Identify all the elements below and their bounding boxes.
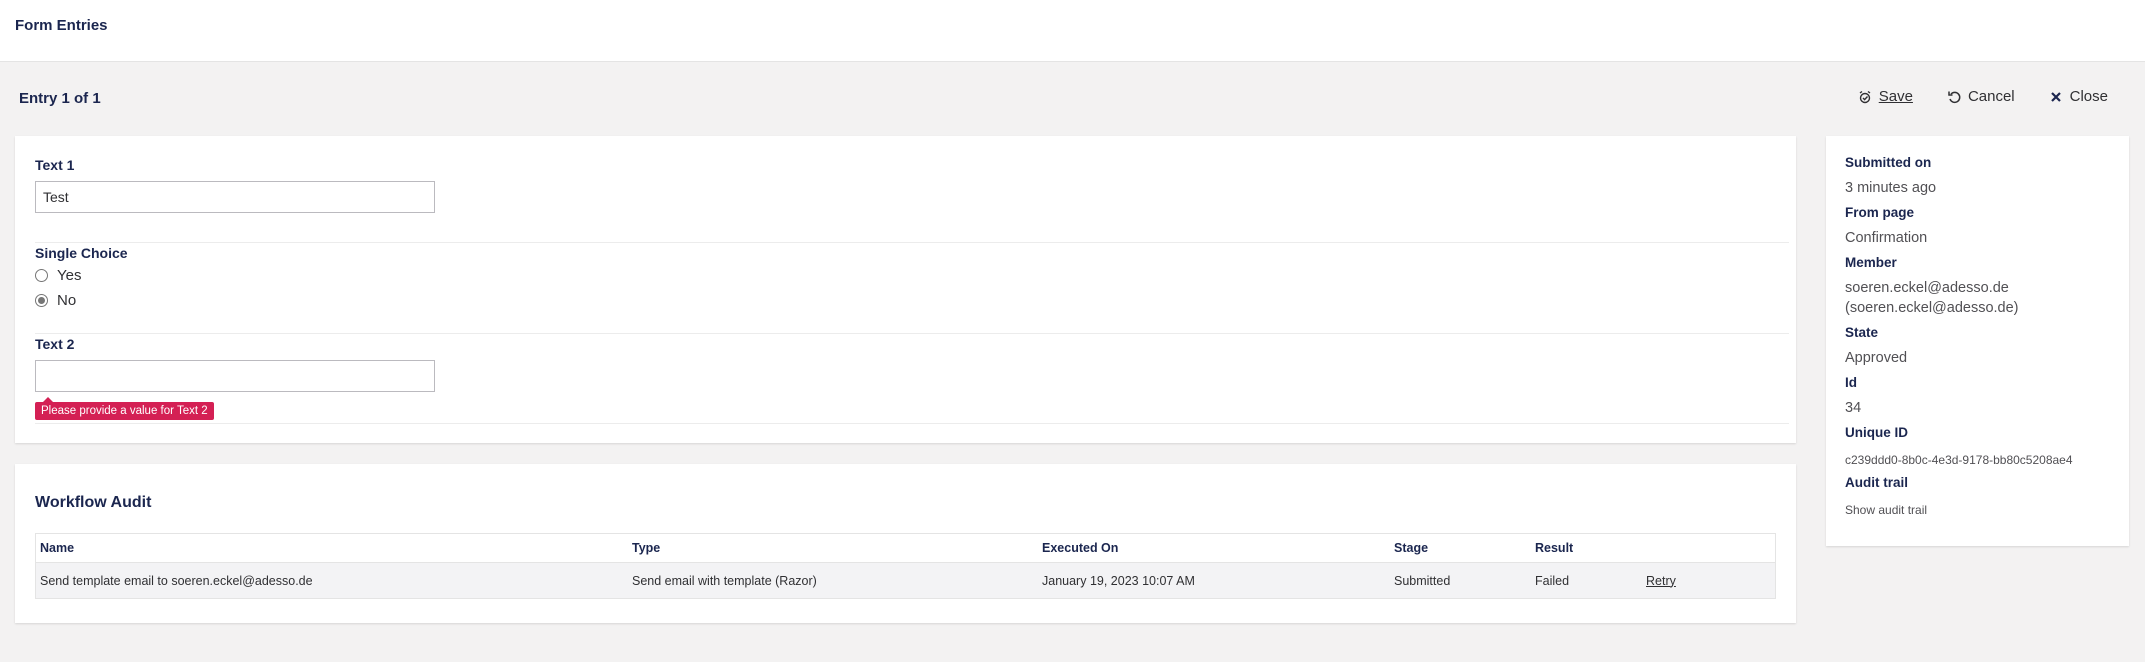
page-title: Form Entries bbox=[15, 17, 108, 34]
entry-heading: Entry 1 of 1 bbox=[19, 90, 101, 107]
column-header-executed-on: Executed On bbox=[1042, 541, 1119, 555]
member-label: Member bbox=[1845, 255, 1897, 270]
undo-icon bbox=[1948, 91, 1961, 103]
radio-option-yes[interactable]: Yes bbox=[35, 267, 81, 284]
text2-label: Text 2 bbox=[35, 336, 75, 352]
audit-cell-name: Send template email to soeren.eckel@ades… bbox=[40, 573, 313, 588]
close-label: Close bbox=[2069, 88, 2108, 105]
submitted-on-value: 3 minutes ago bbox=[1845, 180, 1937, 196]
workflow-audit-card: Workflow Audit Name Type Executed On Sta… bbox=[15, 464, 1796, 623]
save-button[interactable]: Save bbox=[1858, 88, 1913, 105]
entry-actions: Save Cancel Close bbox=[1858, 88, 2108, 105]
column-header-type: Type bbox=[632, 541, 661, 555]
show-audit-trail-link[interactable]: Show audit trail bbox=[1845, 503, 1927, 517]
radio-option-no[interactable]: No bbox=[35, 292, 76, 309]
unique-id-label: Unique ID bbox=[1845, 425, 1908, 440]
text1-input[interactable] bbox=[35, 181, 435, 213]
top-bar: Form Entries bbox=[0, 0, 2145, 62]
table-header-row: Name Type Executed On Stage Result bbox=[36, 534, 1775, 562]
radio-yes-label: Yes bbox=[57, 267, 82, 284]
close-icon bbox=[2050, 91, 2061, 102]
member-value-line2: (soeren.eckel@adesso.de) bbox=[1845, 300, 2019, 316]
audit-cell-type: Send email with template (Razor) bbox=[632, 573, 817, 588]
save-label: Save bbox=[1878, 88, 1913, 105]
id-label: Id bbox=[1845, 375, 1857, 390]
divider bbox=[35, 333, 1789, 334]
column-header-stage: Stage bbox=[1394, 541, 1429, 555]
submitted-on-label: Submitted on bbox=[1845, 155, 1932, 170]
text2-input[interactable] bbox=[35, 360, 435, 392]
workflow-audit-title: Workflow Audit bbox=[35, 494, 152, 511]
audit-cell-stage: Submitted bbox=[1394, 573, 1451, 588]
validation-error: Please provide a value for Text 2 bbox=[35, 397, 214, 420]
audit-cell-executed-on: January 19, 2023 10:07 AM bbox=[1042, 573, 1195, 588]
column-header-result: Result bbox=[1535, 541, 1574, 555]
text1-label: Text 1 bbox=[35, 157, 75, 173]
from-page-value: Confirmation bbox=[1845, 230, 1928, 246]
retry-link[interactable]: Retry bbox=[1646, 563, 1676, 598]
radio-yes[interactable] bbox=[35, 269, 48, 282]
unique-id-value: c239ddd0-8b0c-4e3d-9178-bb80c5208ae4 bbox=[1845, 453, 2073, 467]
from-page-label: From page bbox=[1845, 205, 1915, 220]
audit-trail-label: Audit trail bbox=[1845, 475, 1908, 490]
single-choice-label: Single Choice bbox=[35, 245, 128, 261]
close-button[interactable]: Close bbox=[2049, 88, 2108, 105]
state-value: Approved bbox=[1845, 350, 1908, 366]
save-icon bbox=[1859, 90, 1871, 103]
entry-info-panel: Submitted on 3 minutes ago From page Con… bbox=[1826, 136, 2129, 546]
cancel-button[interactable]: Cancel bbox=[1947, 88, 2015, 105]
form-fields-card: Text 1 Single Choice Yes No Text 2 Pleas… bbox=[15, 136, 1796, 443]
audit-cell-result: Failed bbox=[1535, 573, 1570, 588]
workflow-audit-table: Name Type Executed On Stage Result Send … bbox=[35, 533, 1776, 599]
column-header-name: Name bbox=[40, 541, 75, 555]
divider bbox=[35, 242, 1789, 243]
radio-no[interactable] bbox=[35, 294, 48, 307]
member-value-line1: soeren.eckel@adesso.de bbox=[1845, 280, 2009, 296]
divider bbox=[35, 423, 1789, 424]
state-label: State bbox=[1845, 325, 1879, 340]
id-value: 34 bbox=[1845, 400, 1862, 416]
radio-no-label: No bbox=[57, 292, 77, 309]
cancel-label: Cancel bbox=[1967, 88, 2015, 105]
table-row: Send template email to soeren.eckel@ades… bbox=[36, 562, 1775, 598]
